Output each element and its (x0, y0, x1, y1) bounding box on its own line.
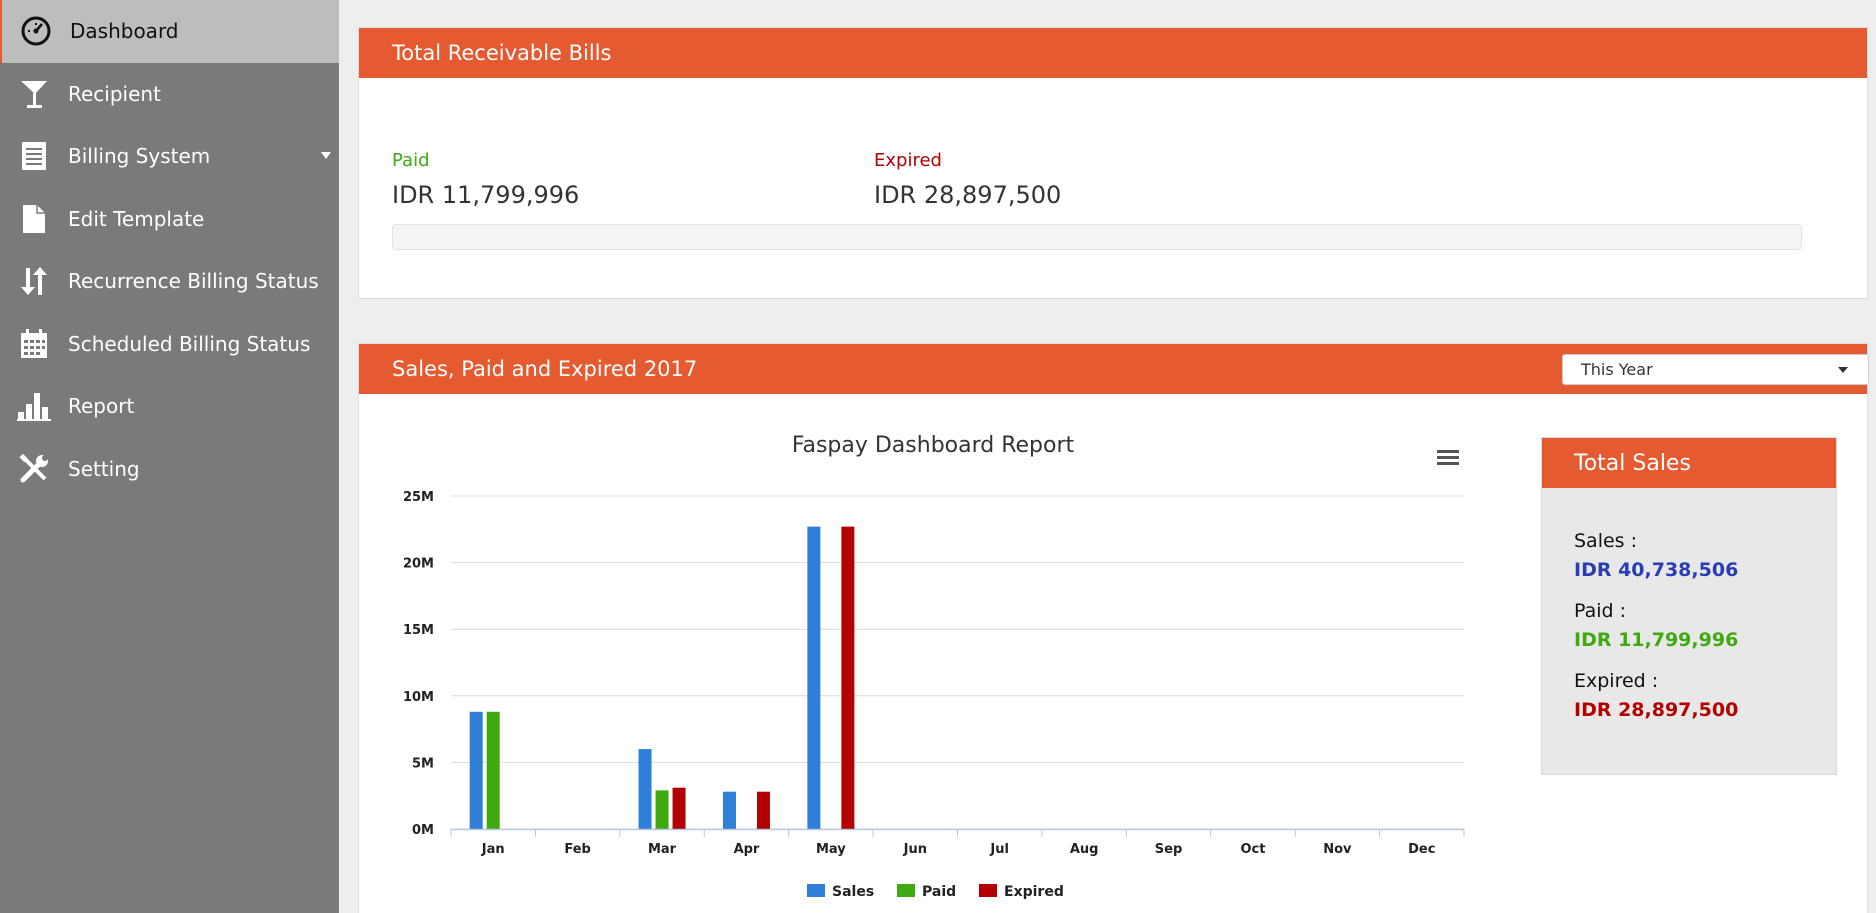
bar-expired-mar[interactable] (672, 787, 686, 829)
bar-sales-may[interactable] (807, 526, 821, 829)
bar-paid-mar[interactable] (655, 790, 669, 829)
total-sales-title: Total Sales (1542, 438, 1836, 488)
legend-swatch (807, 884, 825, 897)
bar-sales-jan[interactable] (469, 711, 483, 829)
x-tick-label: Jul (989, 842, 1009, 857)
total-sales-box: Total Sales Sales : IDR 40,738,506 Paid … (1541, 437, 1837, 775)
chart-menu-icon[interactable] (1437, 450, 1459, 465)
legend-item-sales[interactable]: Sales (807, 884, 874, 900)
dashboard-gauge-icon (19, 14, 53, 48)
receivable-panel: Total Receivable Bills Paid IDR 11,799,9… (358, 27, 1868, 299)
expired-stat: Expired IDR 28,897,500 (874, 150, 1061, 209)
x-tick-label: Jun (903, 842, 927, 857)
chart-title: Faspay Dashboard Report (792, 433, 1075, 458)
sidebar-item-scheduled-billing-status[interactable]: Scheduled Billing Status (0, 313, 339, 376)
sidebar-item-report[interactable]: Report (0, 375, 339, 438)
expired-total-label: Expired : (1574, 670, 1659, 692)
wrench-icon (17, 452, 51, 486)
legend-swatch (897, 884, 915, 897)
sales-total-value: IDR 40,738,506 (1574, 559, 1739, 581)
x-tick-label: Apr (734, 842, 760, 857)
y-tick-label: 20M (403, 557, 434, 572)
bar-expired-may[interactable] (841, 526, 855, 829)
sidebar-item-recurrence-billing-status[interactable]: Recurrence Billing Status (0, 250, 339, 313)
sidebar-item-label: Edit Template (68, 206, 205, 231)
sidebar-item-label: Recurrence Billing Status (68, 269, 319, 294)
x-tick-label: Dec (1408, 842, 1435, 857)
legend-swatch (979, 884, 997, 897)
sidebar-item-label: Dashboard (70, 19, 179, 44)
y-tick-label: 10M (403, 690, 434, 705)
sidebar-item-recipient[interactable]: Recipient (0, 63, 339, 126)
period-select-value: This Year (1581, 360, 1653, 379)
paid-total-label: Paid : (1574, 600, 1627, 622)
paid-stat: Paid IDR 11,799,996 (392, 150, 579, 209)
x-tick-label: Oct (1240, 842, 1265, 857)
period-select[interactable]: This Year (1562, 354, 1869, 385)
sales-panel: Sales, Paid and Expired 2017 This Year F… (358, 343, 1869, 913)
x-tick-label: Aug (1070, 842, 1099, 857)
sort-arrows-icon (17, 264, 51, 298)
x-tick-label: Feb (564, 842, 590, 857)
sidebar-item-edit-template[interactable]: Edit Template (0, 188, 339, 251)
sales-chart: Faspay Dashboard Report 0M 5M 10M 15M 20M 25M… (403, 433, 1465, 900)
expired-label: Expired (874, 150, 942, 171)
sidebar-item-label: Billing System (68, 144, 211, 169)
x-tick-label: Jan (481, 842, 505, 857)
bar-sales-mar[interactable] (638, 749, 652, 829)
chevron-down-icon (1838, 367, 1848, 373)
expired-value: IDR 28,897,500 (874, 181, 1062, 209)
y-tick-label: 0M (412, 823, 434, 838)
sidebar-item-billing-system[interactable]: Billing System (0, 125, 339, 188)
paid-value: IDR 11,799,996 (392, 181, 580, 209)
sidebar-item-label: Recipient (68, 81, 161, 106)
chevron-down-icon (321, 152, 331, 160)
sidebar-item-dashboard[interactable]: Dashboard (0, 0, 339, 63)
y-tick-label: 15M (403, 623, 434, 638)
paid-total-value: IDR 11,799,996 (1574, 629, 1739, 651)
y-tick-label: 5M (412, 756, 434, 771)
bar-paid-jan[interactable] (486, 711, 500, 829)
sidebar: Dashboard Recipient Billing System Edit … (0, 0, 339, 913)
sidebar-item-label: Setting (68, 456, 140, 481)
calendar-icon (17, 327, 51, 361)
sidebar-item-label: Scheduled Billing Status (68, 331, 311, 356)
y-tick-label: 25M (403, 490, 434, 505)
sidebar-item-setting[interactable]: Setting (0, 438, 339, 501)
sidebar-item-label: Report (68, 394, 135, 419)
expired-total-value: IDR 28,897,500 (1574, 699, 1739, 721)
bar-sales-apr[interactable] (722, 791, 736, 829)
legend-label: Sales (832, 884, 874, 900)
file-icon (17, 202, 51, 236)
legend-item-expired[interactable]: Expired (979, 884, 1064, 900)
legend-label: Paid (922, 884, 956, 900)
x-tick-label: Sep (1155, 842, 1183, 857)
bar-chart-icon (17, 389, 51, 423)
legend-item-paid[interactable]: Paid (897, 884, 956, 900)
x-tick-label: Mar (648, 842, 677, 857)
x-tick-label: May (816, 842, 846, 857)
legend-label: Expired (1004, 884, 1064, 900)
paid-label: Paid (392, 150, 430, 171)
bar-expired-apr[interactable] (756, 791, 770, 829)
document-list-icon (17, 139, 51, 173)
sales-total-label: Sales : (1574, 530, 1638, 552)
receivable-panel-title: Total Receivable Bills (359, 28, 1867, 78)
x-tick-label: Nov (1323, 842, 1352, 857)
glass-icon (17, 77, 51, 111)
paid-progress-bar (392, 224, 1802, 250)
